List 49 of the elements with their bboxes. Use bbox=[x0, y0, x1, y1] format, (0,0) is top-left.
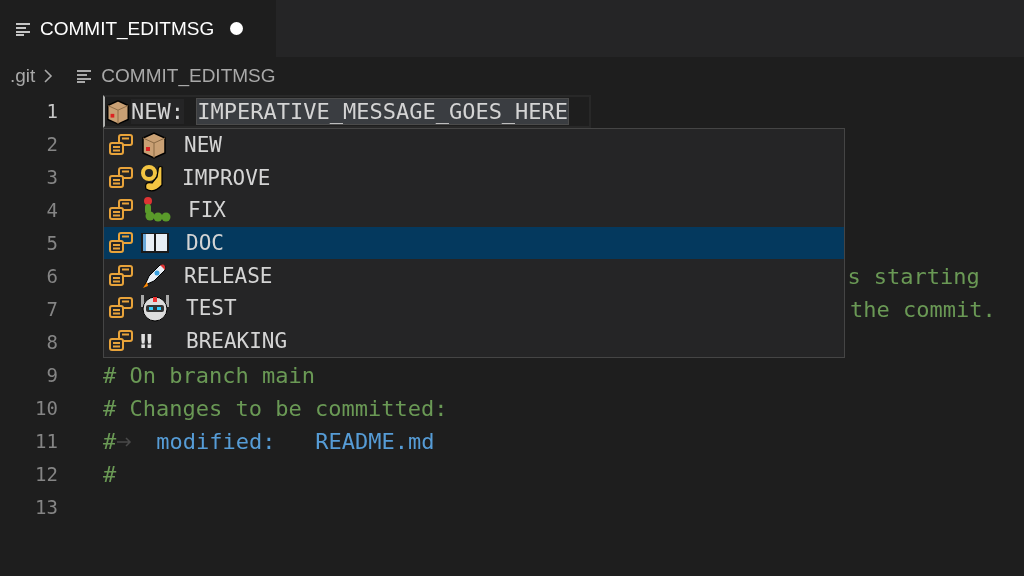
comment-text: # bbox=[103, 429, 117, 454]
snippet-icon bbox=[108, 199, 134, 222]
snippet-icon bbox=[108, 134, 134, 157]
robot-icon bbox=[140, 293, 170, 324]
suggestion-item[interactable]: RELEASE bbox=[104, 259, 844, 292]
breadcrumb-folder[interactable]: .git bbox=[10, 65, 36, 87]
suggestion-item[interactable]: IMPROVE bbox=[104, 161, 844, 195]
suggestion-item[interactable]: ‼ BREAKING bbox=[104, 324, 844, 358]
line-number: 6 bbox=[45, 264, 58, 289]
line-number: 4 bbox=[45, 198, 58, 223]
tab-arrow-icon bbox=[116, 436, 133, 447]
line-number: 3 bbox=[45, 165, 58, 190]
line-number: 12 bbox=[34, 462, 58, 487]
snippet-icon bbox=[108, 264, 134, 287]
open-book-icon bbox=[140, 231, 170, 255]
editor-tab[interactable]: COMMIT_EDITMSG bbox=[0, 0, 276, 57]
suggestion-item[interactable]: NEW bbox=[104, 129, 844, 162]
comment-text: # On branch main bbox=[103, 363, 315, 388]
snippet-icon bbox=[108, 166, 134, 189]
suggestion-glyph: ‼ bbox=[140, 328, 154, 353]
comment-text: s starting bbox=[847, 264, 980, 289]
suggestion-item[interactable]: FIX bbox=[104, 194, 844, 227]
package-icon bbox=[140, 131, 168, 160]
snippet-field[interactable]: IMPERATIVE_MESSAGE_GOES_HERE bbox=[197, 99, 569, 124]
snippet-icon bbox=[108, 232, 134, 254]
tab-title: COMMIT_EDITMSG bbox=[40, 17, 215, 40]
suggestion-item[interactable]: TEST bbox=[104, 291, 844, 325]
file-lines-icon bbox=[16, 21, 32, 36]
chevron-right-icon bbox=[43, 68, 54, 84]
line-number: 8 bbox=[45, 330, 58, 355]
line-number: 13 bbox=[34, 495, 58, 520]
comment-text: the commit. bbox=[850, 297, 996, 322]
code-text: modified: README.md bbox=[156, 429, 435, 454]
line-number: 2 bbox=[45, 132, 58, 157]
line-number: 1 bbox=[45, 99, 58, 124]
snippet-icon bbox=[108, 329, 134, 352]
breadcrumb-file[interactable]: COMMIT_EDITMSG bbox=[101, 65, 276, 87]
file-lines-icon bbox=[77, 69, 94, 83]
package-icon bbox=[105, 98, 131, 125]
line-number: 9 bbox=[45, 363, 58, 388]
line-number: 11 bbox=[34, 429, 58, 454]
line-number: 10 bbox=[34, 396, 58, 421]
line-number: 5 bbox=[45, 231, 58, 256]
code-text: NEW: bbox=[131, 99, 184, 124]
comment-text: # bbox=[103, 462, 117, 487]
suggestion-item[interactable]: DOC bbox=[104, 226, 844, 260]
snippet-icon bbox=[108, 297, 134, 320]
line-number: 7 bbox=[45, 297, 58, 322]
comment-text: # Changes to be committed: bbox=[103, 396, 448, 421]
